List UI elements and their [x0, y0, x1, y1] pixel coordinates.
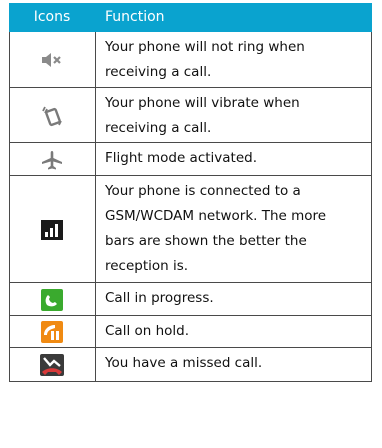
- table-row: Flight mode activated.: [9, 143, 372, 176]
- table-row: Your phone will not ring when receiving …: [9, 32, 372, 88]
- call-on-hold-icon: [9, 316, 95, 348]
- row-text-line: receiving a call.: [105, 120, 212, 136]
- row-text-line: bars are shown the better the: [105, 233, 307, 249]
- row-text-line: Call in progress.: [105, 290, 214, 306]
- table-row: Call in progress.: [9, 283, 372, 316]
- row-text-line: Your phone is connected to a: [105, 183, 301, 199]
- row-text-line: Call on hold.: [105, 323, 190, 339]
- vibrate-icon: [9, 88, 95, 143]
- row-divider: [9, 381, 372, 382]
- table-header: Icons Function: [9, 3, 372, 32]
- row-text-line: Your phone will vibrate when: [105, 95, 300, 111]
- column-divider: [95, 32, 96, 381]
- table-row: You have a missed call.: [9, 348, 372, 437]
- signal-icon: [9, 176, 95, 283]
- table-row: Your phone is connected to a GSM/WCDAM n…: [9, 176, 372, 283]
- row-text-line: Your phone will not ring when: [105, 39, 305, 55]
- header-function: Function: [105, 9, 165, 25]
- right-border: [371, 32, 372, 381]
- mute-icon: [9, 32, 95, 88]
- header-icons: Icons: [33, 9, 71, 25]
- table-row: Your phone will vibrate when receiving a…: [9, 88, 372, 143]
- airplane-icon: [9, 143, 95, 176]
- row-text-line: reception is.: [105, 258, 189, 274]
- call-in-progress-icon: [9, 283, 95, 316]
- icon-function-table: Icons Function Your phone will not ring …: [9, 3, 372, 437]
- row-text-line: You have a missed call.: [105, 355, 263, 371]
- left-border: [9, 32, 10, 381]
- row-text-line: GSM/WCDAM network. The more: [105, 208, 327, 224]
- missed-call-icon: [9, 348, 95, 381]
- table-row: Call on hold.: [9, 316, 372, 348]
- row-text-line: receiving a call.: [105, 64, 212, 80]
- row-text-line: Flight mode activated.: [105, 150, 258, 166]
